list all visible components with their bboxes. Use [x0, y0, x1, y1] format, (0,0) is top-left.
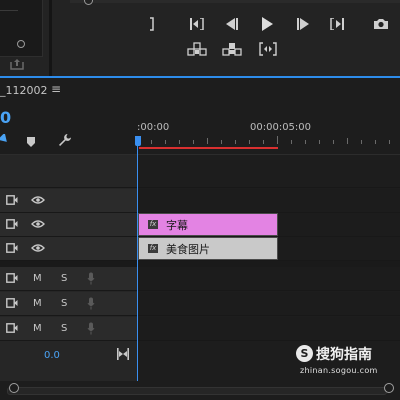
- track-header: [0, 213, 137, 236]
- solo-button[interactable]: S: [61, 273, 67, 285]
- track-content[interactable]: [137, 292, 400, 315]
- eye-icon[interactable]: [31, 243, 45, 257]
- film-icon[interactable]: [6, 219, 18, 233]
- program-monitor-panel: [52, 0, 400, 76]
- gap-icon[interactable]: [117, 345, 129, 364]
- source-monitor-panel: [0, 0, 49, 76]
- clip-caption[interactable]: fx 字幕: [138, 213, 278, 236]
- export-frame-icon[interactable]: [10, 58, 24, 70]
- time-ruler[interactable]: [137, 136, 400, 144]
- film-icon[interactable]: [6, 273, 18, 287]
- wrench-icon[interactable]: [58, 132, 72, 151]
- camera-icon[interactable]: [372, 15, 390, 33]
- playhead-handle[interactable]: [135, 136, 141, 146]
- clip-label: 美食图片: [166, 242, 210, 256]
- track-content[interactable]: [137, 267, 400, 290]
- sogou-logo-icon: S: [296, 345, 313, 362]
- watermark-name: 搜狗指南: [316, 347, 372, 363]
- eye-icon[interactable]: [31, 219, 45, 233]
- microphone-icon[interactable]: [87, 297, 95, 314]
- track-header: [0, 237, 137, 260]
- scrollbar-left-handle[interactable]: [9, 383, 19, 393]
- sequence-tab-title[interactable]: _112002: [0, 84, 48, 97]
- playhead-line[interactable]: [137, 136, 138, 382]
- fx-badge-icon: fx: [148, 220, 158, 229]
- go-to-out-icon[interactable]: [328, 15, 346, 33]
- film-icon[interactable]: [6, 195, 18, 209]
- microphone-icon[interactable]: [87, 322, 95, 339]
- mute-button[interactable]: M: [33, 273, 42, 285]
- film-icon[interactable]: [6, 298, 18, 312]
- solo-button[interactable]: S: [61, 298, 67, 310]
- watermark-url: zhinan.sogou.com: [300, 366, 378, 375]
- video-track-v3: [0, 189, 400, 213]
- source-monitor-view: [0, 0, 43, 57]
- go-to-in-icon[interactable]: [188, 15, 206, 33]
- track-row-empty: [0, 155, 400, 188]
- program-scrub-handle[interactable]: [84, 0, 93, 5]
- work-area-bar[interactable]: [139, 147, 278, 149]
- timeline-zoom-scrollbar[interactable]: [0, 381, 400, 400]
- lift-icon[interactable]: [186, 40, 208, 58]
- ruler-label-start: :00:00: [137, 122, 170, 133]
- film-icon[interactable]: [6, 323, 18, 337]
- extract-icon[interactable]: [221, 40, 243, 58]
- track-content[interactable]: [137, 189, 400, 212]
- solo-button[interactable]: S: [61, 323, 67, 335]
- eye-icon[interactable]: [31, 195, 45, 209]
- audio-track-a1: M S: [0, 267, 400, 291]
- fx-badge-icon: fx: [148, 244, 158, 253]
- clip-label: 字幕: [166, 218, 188, 232]
- track-content[interactable]: [137, 317, 400, 340]
- mark-in-icon[interactable]: [144, 15, 160, 33]
- mute-button[interactable]: M: [33, 323, 42, 335]
- snap-icon[interactable]: [0, 132, 8, 147]
- active-panel-indicator: [0, 76, 400, 78]
- panel-menu-icon[interactable]: ≡: [51, 82, 61, 96]
- add-marker-icon[interactable]: [26, 133, 36, 152]
- mute-button[interactable]: M: [33, 298, 42, 310]
- track-content[interactable]: [137, 155, 400, 187]
- source-monitor-ruler: [0, 0, 18, 11]
- step-forward-icon[interactable]: [295, 15, 311, 33]
- track-header: M S: [0, 317, 137, 340]
- film-icon[interactable]: [6, 243, 18, 257]
- audio-track-a3: M S: [0, 317, 400, 341]
- audio-track-a2: M S: [0, 292, 400, 316]
- master-volume-value[interactable]: 0.0: [44, 350, 60, 361]
- program-scrub-bar[interactable]: [70, 0, 400, 5]
- playhead-timecode[interactable]: 0: [0, 108, 11, 127]
- track-header: [0, 189, 137, 212]
- step-back-icon[interactable]: [224, 15, 240, 33]
- trim-icon[interactable]: [258, 40, 278, 58]
- track-header: M S: [0, 292, 137, 315]
- track-header: M S: [0, 267, 137, 290]
- source-scrub-handle[interactable]: [17, 40, 25, 48]
- track-header: [0, 155, 137, 187]
- scrollbar-track[interactable]: [7, 387, 387, 395]
- play-icon[interactable]: [259, 15, 275, 33]
- watermark: S 搜狗指南 zhinan.sogou.com: [292, 342, 400, 382]
- clip-food-image[interactable]: fx 美食图片: [138, 237, 278, 260]
- scrollbar-right-handle[interactable]: [384, 383, 394, 393]
- microphone-icon[interactable]: [87, 272, 95, 289]
- ruler-label-5s: 00:00:05:00: [250, 122, 312, 133]
